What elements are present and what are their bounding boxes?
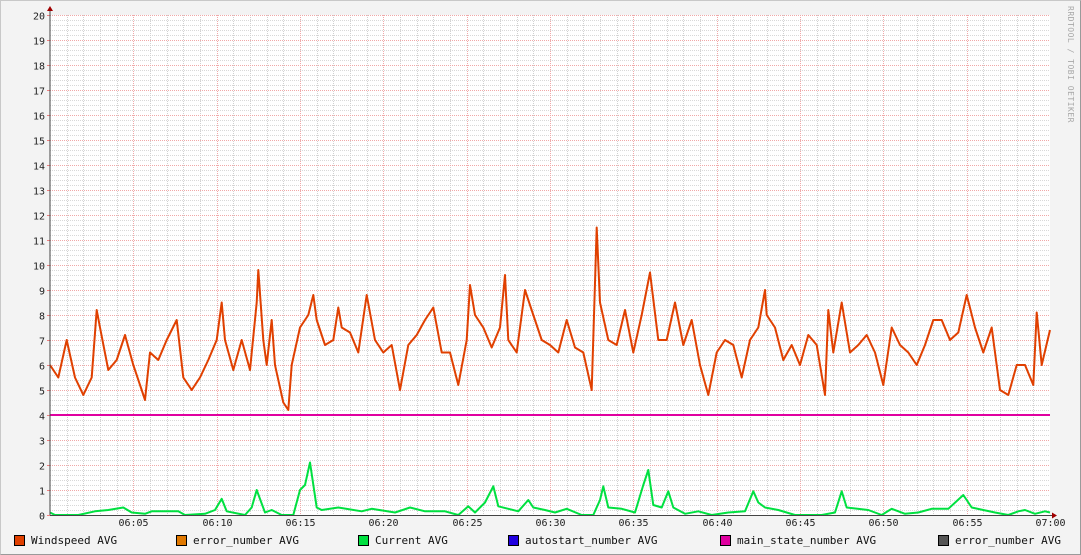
y-tick-label: 20: [33, 12, 45, 23]
y-tick-label: 14: [33, 162, 45, 173]
legend-swatch-icon: [358, 535, 369, 546]
legend-swatch-icon: [176, 535, 187, 546]
legend-item: main_state_number AVG: [720, 534, 876, 547]
x-tick-label: 06:50: [868, 518, 898, 529]
legend-swatch-icon: [14, 535, 25, 546]
legend-label: error_number AVG: [193, 534, 299, 547]
y-tick-label: 3: [39, 437, 45, 448]
legend-swatch-icon: [720, 535, 731, 546]
legend-item: Current AVG: [358, 534, 448, 547]
x-tick-label: 06:15: [285, 518, 315, 529]
y-tick-label: 10: [33, 262, 45, 273]
y-tick-label: 12: [33, 212, 45, 223]
legend-item: Windspeed AVG: [14, 534, 117, 547]
legend-label: Current AVG: [375, 534, 448, 547]
x-tick-label: 06:05: [118, 518, 148, 529]
legend-item: error_number AVG: [938, 534, 1061, 547]
legend-swatch-icon: [508, 535, 519, 546]
x-tick-label: 06:40: [702, 518, 732, 529]
y-tick-label: 0: [39, 512, 45, 523]
legend-label: autostart_number AVG: [525, 534, 658, 547]
y-tick-label: 9: [39, 287, 45, 298]
x-tick-label: 06:30: [535, 518, 565, 529]
y-tick-label: 18: [33, 62, 45, 73]
y-tick-label: 2: [39, 462, 45, 473]
y-tick-label: 13: [33, 187, 45, 198]
rrd-chart: 0123456789101112131415161718192006:05 06:…: [33, 6, 1066, 529]
x-tick-label: 06:35: [618, 518, 648, 529]
legend-swatch-icon: [938, 535, 949, 546]
y-tick-label: 6: [39, 362, 45, 373]
y-tick-label: 15: [33, 137, 45, 148]
y-tick-label: 1: [39, 487, 45, 498]
x-tick-label: 06:20: [368, 518, 398, 529]
x-tick-label: 07:00: [1035, 518, 1065, 529]
y-tick-label: 11: [33, 237, 45, 248]
y-tick-label: 4: [39, 412, 45, 423]
x-tick-label: 06:55: [952, 518, 982, 529]
x-tick-label: 06:45: [785, 518, 815, 529]
legend-label: main_state_number AVG: [737, 534, 877, 547]
y-tick-label: 7: [39, 337, 45, 348]
y-tick-label: 8: [39, 312, 45, 323]
y-tick-label: 16: [33, 112, 45, 123]
x-tick-label: 06:10: [202, 518, 232, 529]
legend-item: autostart_number AVG: [508, 534, 657, 547]
legend-item: error_number AVG: [176, 534, 299, 547]
y-tick-label: 17: [33, 87, 45, 98]
legend-label: Windspeed AVG: [31, 534, 118, 547]
y-tick-label: 19: [33, 37, 45, 48]
watermark: RRDTOOL / TOBI OETIKER: [1066, 6, 1075, 123]
y-axis-arrow-icon: [47, 6, 53, 11]
x-tick-label: 06:25: [452, 518, 482, 529]
legend-label: error_number AVG: [955, 534, 1061, 547]
y-tick-label: 5: [39, 387, 45, 398]
